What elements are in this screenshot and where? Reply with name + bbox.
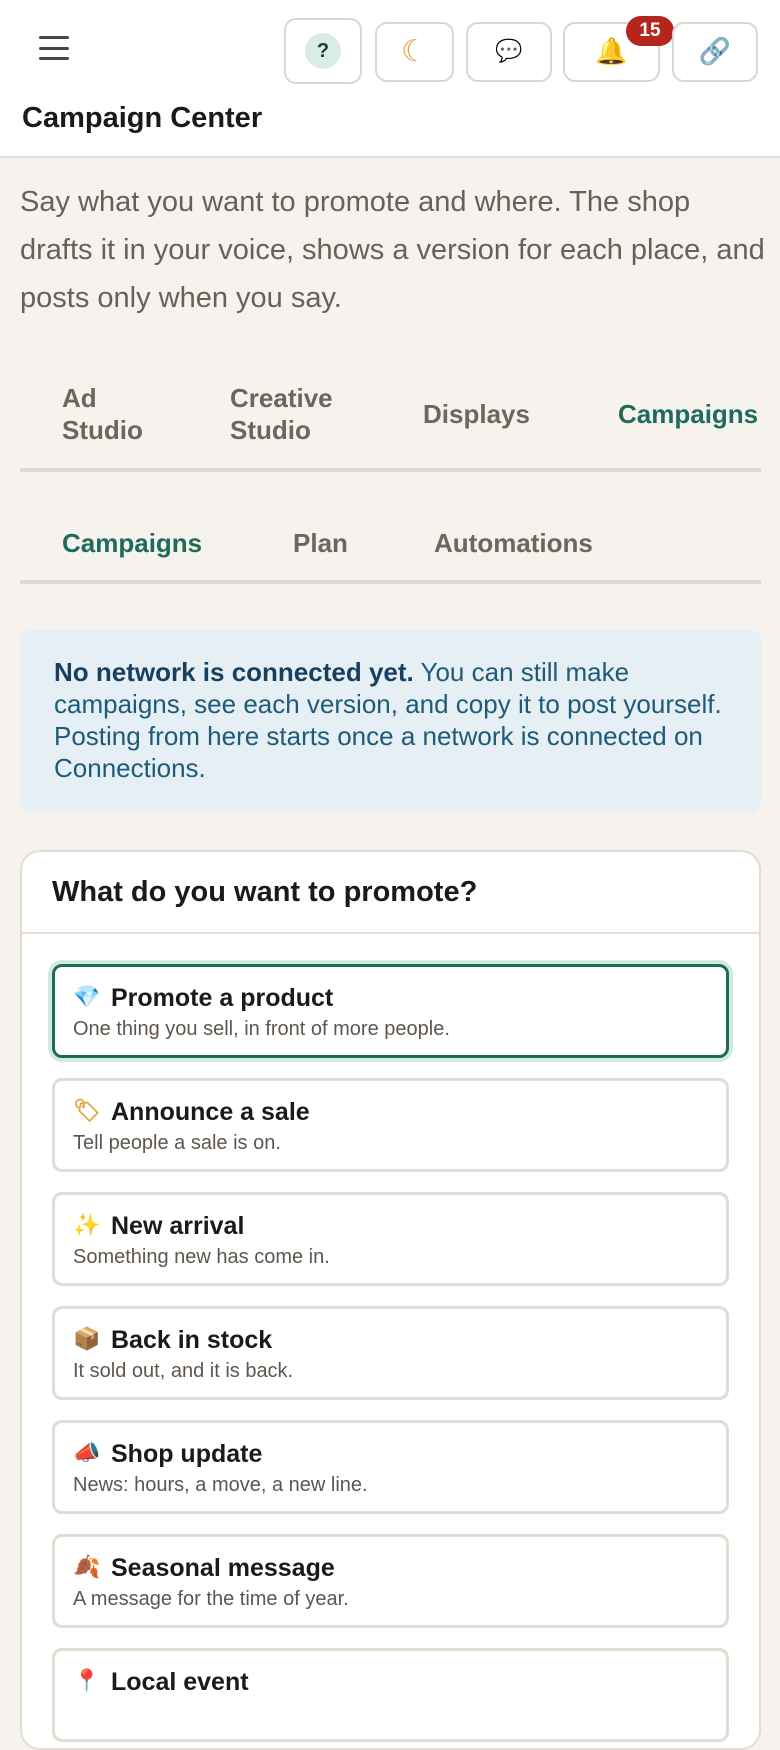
intro-text: Say what you want to promote and where. … xyxy=(20,186,765,314)
fallen-leaf-icon: 🍂 xyxy=(73,1555,101,1580)
help-button[interactable]: ? xyxy=(284,18,362,84)
pin-icon: 📍 xyxy=(73,1669,101,1694)
option-promote-product[interactable]: 💎 Promote a product One thing you sell, i… xyxy=(52,964,729,1058)
megaphone-icon: 📣 xyxy=(73,1441,101,1466)
promote-card: What do you want to promote? 💎 Promote a … xyxy=(20,850,761,1750)
notice-heading: No network is connected yet. xyxy=(54,657,414,687)
option-title: Seasonal message xyxy=(111,1554,335,1582)
link-button[interactable]: 🔗 xyxy=(672,22,758,82)
bell-icon: 🔔 xyxy=(595,37,628,67)
option-shop-update[interactable]: 📣 Shop update News: hours, a move, a new … xyxy=(52,1420,729,1514)
option-desc: It sold out, and it is back. xyxy=(73,1360,294,1382)
option-announce-sale[interactable]: 🏷 Announce a sale Tell people a sale is o… xyxy=(52,1078,729,1172)
option-title: Shop update xyxy=(111,1440,263,1468)
page-title: Campaign Center xyxy=(22,102,263,134)
subtab-automations[interactable]: Automations xyxy=(434,527,593,559)
option-desc: A message for the time of year. xyxy=(73,1588,349,1610)
option-back-in-stock[interactable]: 📦 Back in stock It sold out, and it is ba… xyxy=(52,1306,729,1400)
gem-icon: 💎 xyxy=(73,985,101,1010)
package-icon: 📦 xyxy=(73,1327,101,1352)
tab-displays[interactable]: Displays xyxy=(423,398,530,430)
tab-creative-studio[interactable]: Creative Studio xyxy=(230,382,370,446)
tab-ad-studio[interactable]: Ad Studio xyxy=(62,382,172,446)
notification-count-badge: 15 xyxy=(626,16,674,46)
option-local-event[interactable]: 📍 Local event xyxy=(52,1648,729,1742)
top-bar: ? ☾ 💬 🔔 15 🔗 Campaign Center xyxy=(0,0,780,158)
help-icon: ? xyxy=(305,33,341,69)
link-icon: 🔗 xyxy=(698,37,732,67)
theme-toggle-button[interactable]: ☾ xyxy=(375,22,454,82)
option-desc: News: hours, a move, a new line. xyxy=(73,1474,368,1496)
subtab-plan[interactable]: Plan xyxy=(293,527,348,559)
chat-button[interactable]: 💬 xyxy=(466,22,552,82)
option-desc: Tell people a sale is on. xyxy=(73,1132,281,1154)
promote-card-title: What do you want to promote? xyxy=(22,852,759,934)
main-tabs: Ad Studio Creative Studio Displays Campa… xyxy=(20,372,761,472)
option-desc: Something new has come in. xyxy=(73,1246,330,1268)
tab-campaigns[interactable]: Campaigns xyxy=(618,398,758,430)
subtab-campaigns[interactable]: Campaigns xyxy=(62,527,202,559)
option-title: Promote a product xyxy=(111,984,334,1012)
option-title: Announce a sale xyxy=(111,1098,310,1126)
sparkles-icon: ✨ xyxy=(73,1213,101,1238)
option-desc: One thing you sell, in front of more peo… xyxy=(73,1018,450,1040)
sub-tabs: Campaigns Plan Automations xyxy=(20,512,761,584)
chat-bubble-icon: 💬 xyxy=(495,39,523,64)
no-network-notice: No network is connected yet. You can sti… xyxy=(20,630,761,812)
moon-icon: ☾ xyxy=(401,34,428,69)
option-title: New arrival xyxy=(111,1212,245,1240)
hamburger-menu-icon[interactable] xyxy=(38,30,70,66)
option-seasonal-message[interactable]: 🍂 Seasonal message A message for the time… xyxy=(52,1534,729,1628)
option-new-arrival[interactable]: ✨ New arrival Something new has come in. xyxy=(52,1192,729,1286)
option-title: Local event xyxy=(111,1668,249,1696)
option-title: Back in stock xyxy=(111,1326,273,1354)
tag-icon: 🏷 xyxy=(73,1099,101,1124)
